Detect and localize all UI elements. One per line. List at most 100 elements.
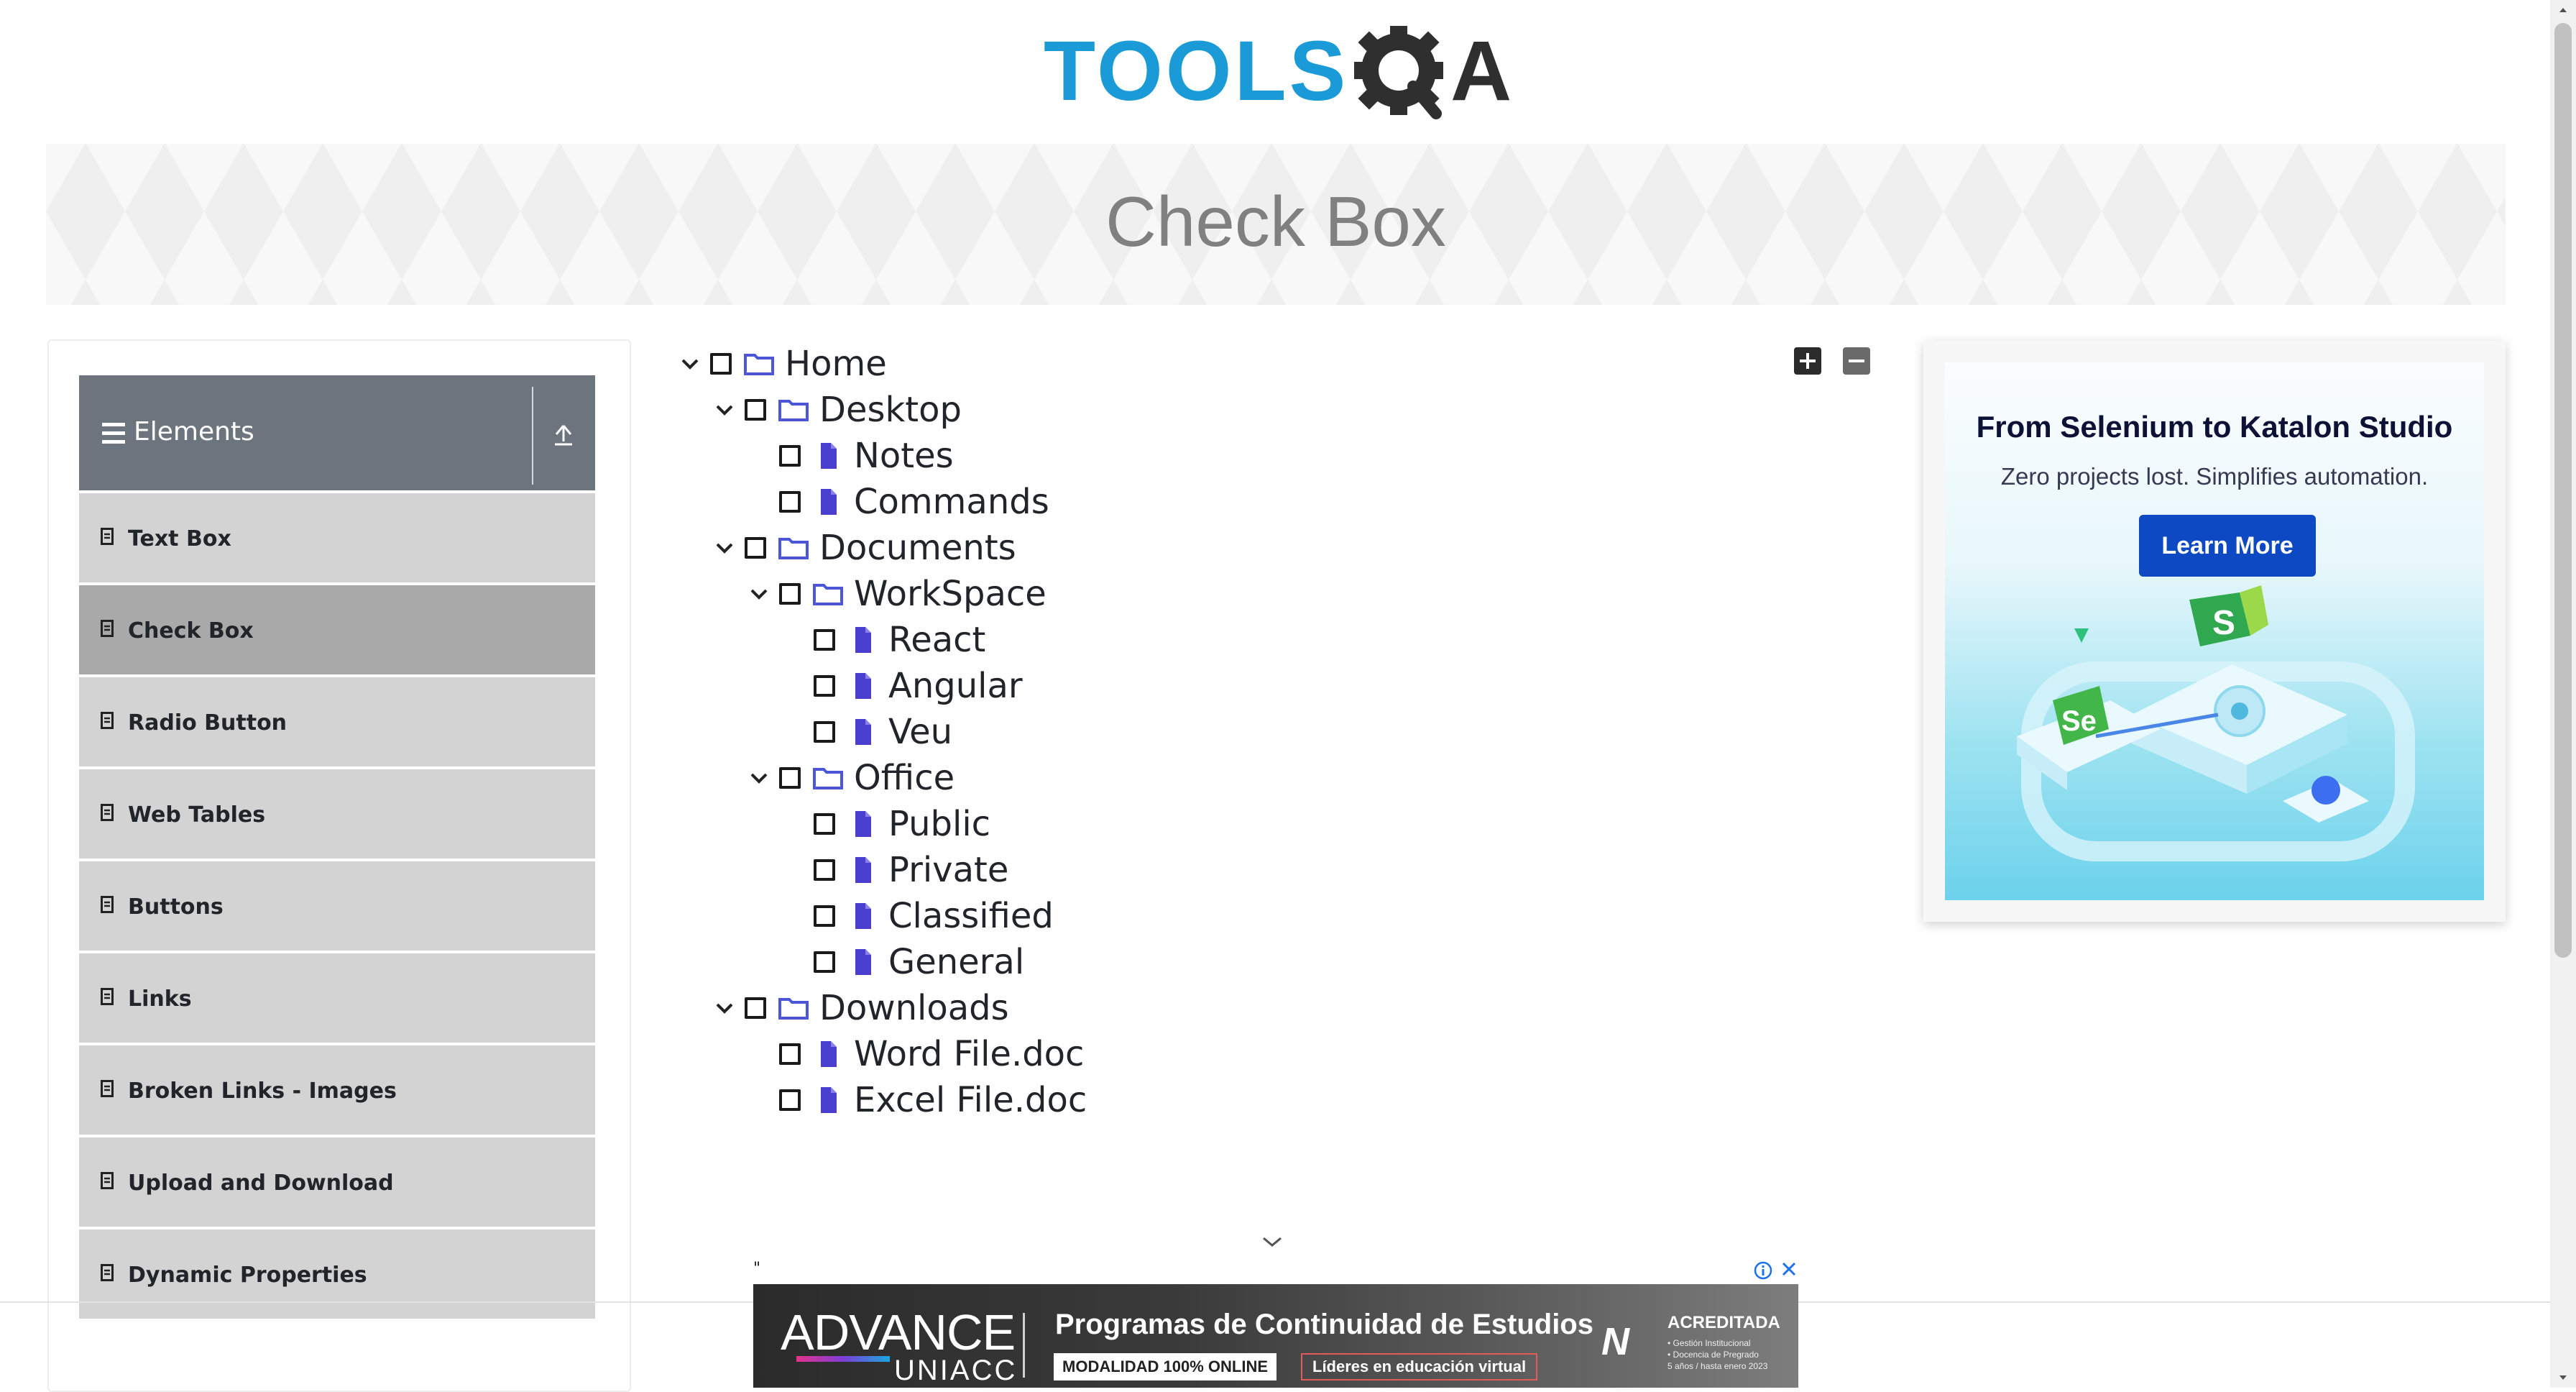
collapse-all-button[interactable] [1843, 347, 1870, 375]
tree-checkbox[interactable] [779, 445, 801, 467]
tree-checkbox[interactable] [745, 997, 766, 1019]
accreditation-logo-icon: N [1601, 1320, 1630, 1363]
tree-node-general: General [808, 940, 1024, 984]
sidebar-item-label: Text Box [128, 526, 231, 551]
upload-arrow-icon[interactable] [551, 420, 576, 449]
tree-checkbox[interactable] [779, 491, 801, 513]
sidebar-item-upload-and-download[interactable]: Upload and Download [79, 1137, 595, 1227]
header-divider [532, 387, 533, 485]
folder-icon [778, 538, 809, 559]
learn-more-button[interactable]: Learn More [2139, 515, 2316, 577]
tree-node-office: Office [745, 756, 954, 800]
tree-node-label[interactable]: WorkSpace [854, 577, 1046, 611]
chevron-down-icon[interactable] [710, 395, 739, 424]
tree-checkbox[interactable] [710, 353, 732, 375]
side-ad-frame: From Selenium to Katalon Studio Zero pro… [1923, 341, 2506, 922]
tree-node-desktop: Desktop [710, 388, 962, 431]
elements-group-header[interactable]: Elements [79, 375, 595, 490]
sidebar-item-broken-links-images[interactable]: Broken Links - Images [79, 1045, 595, 1135]
chevron-down-icon[interactable] [745, 764, 773, 792]
tree-node-label[interactable]: Private [888, 853, 1008, 887]
tree-checkbox[interactable] [814, 721, 835, 743]
tree-node-label[interactable]: Home [785, 347, 887, 381]
sidebar-item-links[interactable]: Links [79, 953, 595, 1043]
tree-node-label[interactable]: General [888, 945, 1024, 979]
ad-subtitle: Zero projects lost. Simplifies automatio… [2000, 463, 2429, 490]
sidebar-item-label: Broken Links - Images [128, 1079, 397, 1104]
tree-node-label[interactable]: Notes [854, 439, 954, 473]
tree-checkbox[interactable] [779, 767, 801, 789]
tree-node-label[interactable]: Angular [888, 669, 1023, 703]
tree-node-label[interactable]: Excel File.doc [854, 1083, 1087, 1117]
document-icon [101, 1264, 114, 1281]
tree-node-label[interactable]: Veu [888, 715, 952, 749]
tree-node-notes: Notes [773, 434, 954, 477]
folder-icon [813, 768, 843, 789]
tree-node-label[interactable]: Documents [819, 531, 1016, 565]
ad-pill-leaders: Líderes en educación virtual [1301, 1353, 1538, 1380]
ad-brand-bar [796, 1356, 890, 1362]
scroll-down-icon[interactable] [2557, 1372, 2569, 1383]
tree-checkbox[interactable] [814, 905, 835, 927]
tree-checkbox[interactable] [814, 951, 835, 973]
chevron-down-icon[interactable] [710, 994, 739, 1022]
uniacc-banner-ad[interactable]: ADVANCE UNIACC Programas de Continuidad … [753, 1284, 1798, 1388]
file-icon [855, 903, 871, 929]
file-icon [855, 627, 871, 653]
tree-node-label[interactable]: Classified [888, 899, 1054, 933]
expand-all-button[interactable] [1794, 347, 1821, 375]
tree-node-label[interactable]: Office [854, 761, 954, 795]
tree-node-label[interactable]: Public [888, 807, 990, 841]
tree-checkbox[interactable] [814, 629, 835, 651]
folder-icon [778, 998, 809, 1020]
sidebar-item-radio-button[interactable]: Radio Button [79, 677, 595, 766]
sidebar-item-check-box[interactable]: Check Box [79, 585, 595, 674]
tree-checkbox[interactable] [779, 583, 801, 605]
sidebar-item-buttons[interactable]: Buttons [79, 861, 595, 951]
left-sidebar: Elements Text Box Check Box Radio Button… [47, 339, 631, 1392]
ad-pill-online: MODALIDAD 100% ONLINE [1054, 1353, 1277, 1380]
sidebar-item-label: Dynamic Properties [128, 1263, 367, 1288]
tree-checkbox[interactable] [779, 1089, 801, 1111]
tree-node-workspace: WorkSpace [745, 572, 1046, 615]
ad-accredited-line: • Gestión Institucional [1668, 1338, 1751, 1348]
chevron-down-icon[interactable] [710, 534, 739, 562]
tree-node-label[interactable]: Desktop [819, 393, 962, 427]
tree-checkbox[interactable] [814, 859, 835, 881]
logo-text: TOOLS [1044, 24, 1349, 119]
file-icon [821, 489, 837, 515]
tree-node-label[interactable]: React [888, 623, 985, 657]
scroll-up-icon[interactable] [2557, 4, 2569, 16]
toolsqa-logo[interactable]: TOOLS A [1044, 20, 1514, 128]
tree-node-label[interactable]: Word File.doc [854, 1037, 1084, 1071]
tree-node-label[interactable]: Downloads [819, 991, 1009, 1025]
tree-node-public: Public [808, 802, 990, 846]
tree-checkbox[interactable] [745, 399, 766, 421]
info-icon[interactable] [1752, 1260, 1774, 1281]
tree-node-word-file: Word File.doc [773, 1032, 1084, 1076]
katalon-ad[interactable]: From Selenium to Katalon Studio Zero pro… [1945, 362, 2484, 900]
close-icon[interactable] [1778, 1258, 1800, 1280]
tree-checkbox[interactable] [745, 537, 766, 559]
sidebar-item-label: Links [128, 986, 192, 1012]
tree-node-angular: Angular [808, 664, 1023, 708]
scrollbar-thumb[interactable] [2554, 23, 2572, 958]
tree-checkbox[interactable] [779, 1043, 801, 1065]
sidebar-item-web-tables[interactable]: Web Tables [79, 769, 595, 858]
vertical-scrollbar[interactable] [2550, 0, 2576, 1388]
selenium-badge: Se [2061, 705, 2097, 737]
sidebar-item-text-box[interactable]: Text Box [79, 493, 595, 582]
ad-accredited-line: • Docencia de Pregrado [1668, 1350, 1759, 1360]
chevron-down-icon[interactable] [1261, 1234, 1284, 1250]
tree-checkbox[interactable] [814, 675, 835, 697]
tree-node-react: React [808, 618, 985, 661]
tree-node-private: Private [808, 848, 1008, 892]
chevron-down-icon[interactable] [676, 349, 704, 378]
document-icon [101, 528, 114, 545]
sidebar-item-label: Web Tables [128, 802, 266, 828]
tree-node-label[interactable]: Commands [854, 485, 1049, 519]
document-icon [101, 896, 114, 913]
chevron-down-icon[interactable] [745, 580, 773, 608]
sidebar-item-dynamic-properties[interactable]: Dynamic Properties [79, 1230, 595, 1319]
tree-checkbox[interactable] [814, 813, 835, 835]
